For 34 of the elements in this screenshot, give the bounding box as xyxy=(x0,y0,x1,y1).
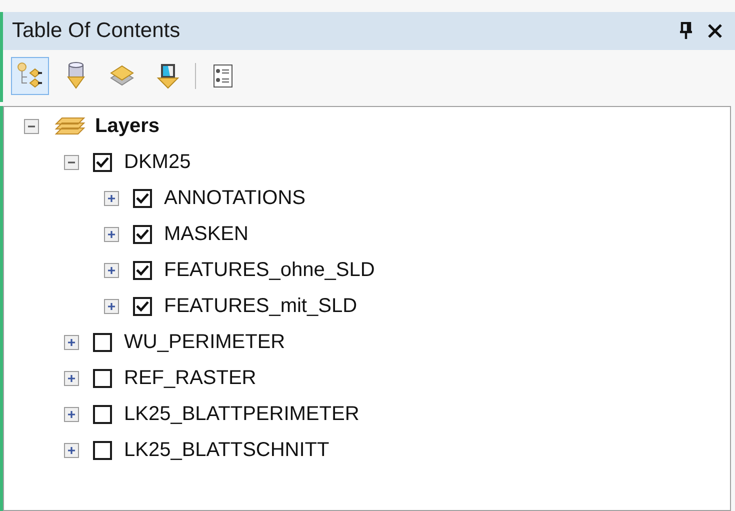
checkbox[interactable] xyxy=(93,404,112,424)
expand-icon[interactable] xyxy=(104,262,119,278)
collapse-icon[interactable] xyxy=(24,118,39,134)
layer-label[interactable]: FEATURES_mit_SLD xyxy=(164,294,358,318)
close-icon[interactable] xyxy=(707,23,723,39)
expand-icon[interactable] xyxy=(64,442,79,458)
expand-icon[interactable] xyxy=(104,190,119,206)
pin-icon[interactable] xyxy=(679,22,693,40)
layer-label[interactable]: LK25_BLATTSCHNITT xyxy=(124,438,330,462)
checkbox[interactable] xyxy=(133,224,152,244)
layer-selection-icon xyxy=(154,61,182,91)
layer-label[interactable]: FEATURES_ohne_SLD xyxy=(164,258,375,282)
checkbox[interactable] xyxy=(133,296,152,316)
layer-label[interactable]: WU_PERIMETER xyxy=(124,330,286,354)
expand-icon[interactable] xyxy=(64,406,79,422)
layer-label[interactable]: MASKEN xyxy=(164,222,248,246)
tree-list-button[interactable] xyxy=(11,57,49,95)
data-frame-label[interactable]: Layers xyxy=(95,114,160,138)
checkbox[interactable] xyxy=(93,332,112,352)
expand-icon[interactable] xyxy=(64,334,79,350)
expand-icon[interactable] xyxy=(104,298,119,314)
expand-icon[interactable] xyxy=(64,370,79,386)
layer-label[interactable]: LK25_BLATTPERIMETER xyxy=(124,402,360,426)
expand-icon[interactable] xyxy=(104,226,119,242)
checkbox[interactable] xyxy=(133,260,152,280)
checkbox[interactable] xyxy=(133,188,152,208)
collapse-icon[interactable] xyxy=(64,154,79,170)
checkbox[interactable] xyxy=(93,368,112,388)
layer-label[interactable]: DKM25 xyxy=(124,150,191,174)
window-title: Table Of Contents xyxy=(12,19,182,43)
layer-label[interactable]: REF_RASTER xyxy=(124,366,256,390)
checkbox[interactable] xyxy=(93,152,112,172)
layer-label[interactable]: ANNOTATIONS xyxy=(164,186,306,210)
checkbox[interactable] xyxy=(93,440,112,460)
